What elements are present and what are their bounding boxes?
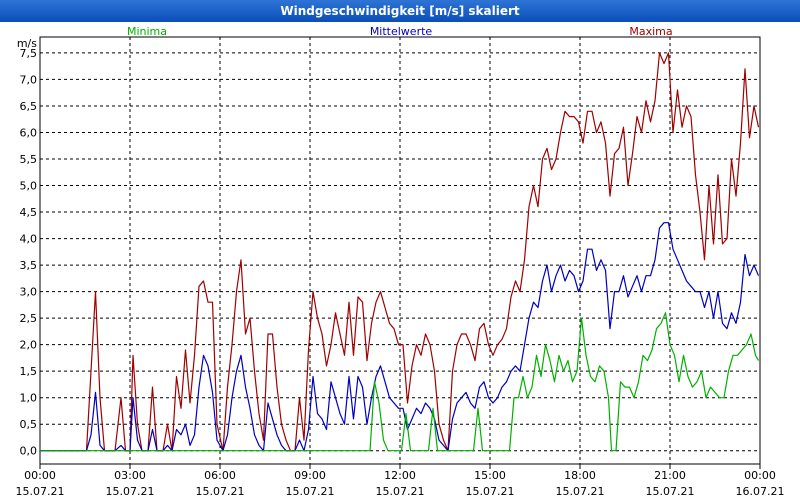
- x-tick-date: 15.07.21: [466, 485, 515, 498]
- y-tick-label: 5,5: [20, 153, 38, 166]
- x-tick-time: 09:00: [294, 469, 326, 482]
- wind-speed-chart: 0,0 0,5 1,0 1,5 2,0 2,5 3,0 3,5 4,0 4,5 5,0 5,5 6,0 6…: [16, 25, 785, 498]
- x-tick-date: 16.07.21: [736, 485, 785, 498]
- y-axis-unit: m/s: [17, 37, 37, 50]
- x-tick-date: 15.07.21: [16, 485, 65, 498]
- x-tick-time: 18:00: [564, 469, 596, 482]
- y-tick-label: 7,0: [20, 73, 38, 86]
- y-tick-label: 1,0: [20, 392, 38, 405]
- x-tick-time: 21:00: [654, 469, 686, 482]
- y-tick-label: 0,0: [20, 445, 38, 458]
- x-tick-date: 15.07.21: [556, 485, 605, 498]
- y-tick-label: 1,5: [20, 365, 38, 378]
- legend-maxima: Maxima: [629, 25, 672, 38]
- y-tick-label: 4,0: [20, 233, 38, 246]
- y-tick-label: 5,0: [20, 180, 38, 193]
- y-tick-label: 2,5: [20, 312, 38, 325]
- x-tick-date: 15.07.21: [196, 485, 245, 498]
- y-tick-label: 6,5: [20, 100, 38, 113]
- legend-minima: Minima: [127, 25, 167, 38]
- legend-mittelwerte: Mittelwerte: [370, 25, 433, 38]
- x-tick-date: 15.07.21: [646, 485, 695, 498]
- x-tick-time: 00:00: [744, 469, 776, 482]
- y-tick-label: 4,5: [20, 206, 38, 219]
- x-tick-time: 12:00: [384, 469, 416, 482]
- y-tick-label: 3,0: [20, 286, 38, 299]
- y-tick-label: 2,0: [20, 339, 38, 352]
- y-tick-label: 0,5: [20, 418, 38, 431]
- x-tick-time: 15:00: [474, 469, 506, 482]
- x-tick-time: 06:00: [204, 469, 236, 482]
- y-tick-label: 3,5: [20, 259, 38, 272]
- x-tick-date: 15.07.21: [286, 485, 335, 498]
- x-tick-date: 15.07.21: [376, 485, 425, 498]
- y-tick-label: 6,0: [20, 126, 38, 139]
- x-tick-time: 03:00: [114, 469, 146, 482]
- x-tick-date: 15.07.21: [106, 485, 155, 498]
- x-tick-time: 00:00: [24, 469, 56, 482]
- chart-title: Windgeschwindigkeit [m/s] skaliert: [0, 0, 800, 22]
